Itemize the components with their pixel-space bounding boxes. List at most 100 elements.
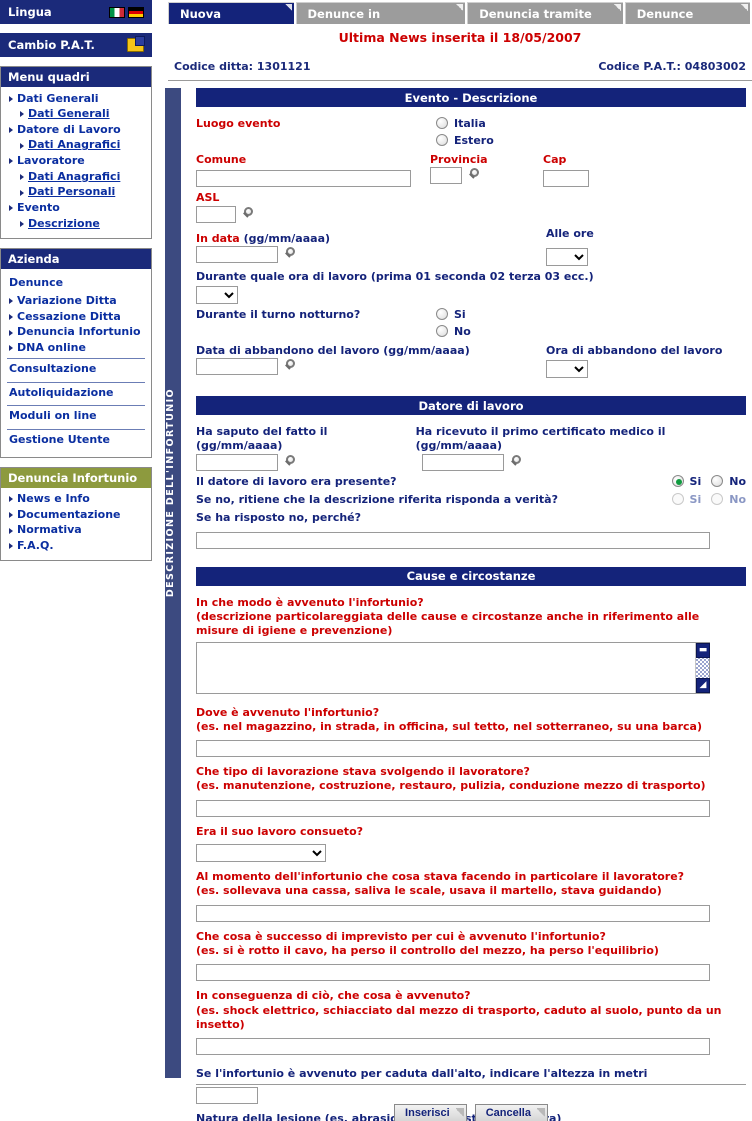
q7-field-wrap [196,1035,746,1056]
comune-field-wrap [196,167,430,188]
sidebar-item-normativa[interactable]: Normativa [7,523,145,539]
sidebar-item-cessazione-ditta[interactable]: Cessazione Ditta [7,309,145,325]
bullet-arrow-icon [9,496,13,503]
codice-pat: Codice P.A.T.: 04803002 [598,60,746,73]
app-root: Lingua Cambio P.A.T. Menu quadri Dati Ge… [0,0,752,1121]
asl-search-icon[interactable] [241,206,256,222]
sidebar-item-faq[interactable]: F.A.Q. [7,538,145,554]
tab-nuova-denuncia[interactable]: Nuova Denuncia [168,2,294,43]
provincia-input[interactable] [430,167,462,185]
sidebar-item-gestione-utente[interactable]: Gestione Utente [7,430,145,451]
radio-turno-no[interactable] [436,324,448,337]
cancella-button[interactable]: Cancella [474,1104,548,1121]
bullet-arrow-icon [20,220,24,227]
sidebar-item-documentazione[interactable]: Documentazione [7,507,145,523]
radio-estero-row[interactable]: Estero [436,134,494,147]
radio-era-presente-no[interactable] [711,474,724,487]
tab-denunce-inviate[interactable]: Denunce inviate [624,2,750,43]
q4-select[interactable] [196,844,326,863]
scroll-down-button[interactable]: ◢ [696,677,710,693]
ha-ricevuto-calendar-icon[interactable] [509,454,524,470]
radio-turno-no-row[interactable]: No [436,324,471,338]
radio-verita-si[interactable] [671,493,684,506]
sidebar-item-moduli-on-line[interactable]: Moduli on line [7,406,145,427]
alle-ore-field-wrap [546,246,588,266]
radio-italia[interactable] [436,117,448,129]
sidebar-item-dati-generali[interactable]: Dati Generali [7,107,145,123]
q2-line1: Dove è avvenuto l'infortunio? [196,705,380,719]
q3-input[interactable] [196,799,710,817]
radio-era-presente-no-label: No [729,474,746,488]
q2-input[interactable] [196,740,710,758]
sidebar-item-dna-online[interactable]: DNA online [7,340,145,356]
header-divider [168,80,752,81]
ha-ricevuto-input[interactable] [422,453,504,471]
sidebar-item-consultazione[interactable]: Consultazione [7,359,145,380]
data-abbandono-input[interactable] [196,358,278,376]
main-form: Evento - Descrizione Luogo evento Italia… [196,88,746,1121]
azienda-panel: Azienda Denunce Variazione Ditta Cessazi… [0,247,152,458]
menu-quadri-panel: Menu quadri Dati Generali Dati Generali … [0,66,152,239]
sidebar-item-descrizione[interactable]: Descrizione [7,216,145,232]
q6-input[interactable] [196,964,710,982]
ora-abbandono-select[interactable] [546,360,588,379]
alle-ore-select[interactable] [546,247,588,266]
ha-saputo-calendar-icon[interactable] [283,454,298,470]
language-flags [109,6,144,18]
scroll-up-button[interactable]: ▬ [696,642,710,658]
perche-field-wrap [196,529,746,549]
nav-label: Evento [17,200,60,214]
flag-germany-icon[interactable] [128,6,144,18]
radio-estero[interactable] [436,134,448,146]
data-abbandono-calendar-icon[interactable] [283,359,298,374]
in-data-input[interactable] [196,245,278,263]
perche-input[interactable] [196,531,710,549]
cambio-pat-label: Cambio P.A.T. [8,38,95,52]
ha-saputo-input[interactable] [196,453,278,471]
tab-denunce-in-lavorazione[interactable]: Denunce in lavorazione [295,2,466,43]
q1-textarea[interactable] [196,641,710,694]
verita-radios: Si No [671,493,746,507]
comune-input[interactable] [196,170,411,188]
asl-label: ASL [196,191,220,205]
menu-quadri-title: Menu quadri [1,67,151,87]
nav-label: News e Info [17,492,90,506]
cap-input[interactable] [543,170,589,188]
sidebar-item-lavoratore-anagrafici[interactable]: Dati Anagrafici [7,169,145,185]
radio-italia-row[interactable]: Italia [436,117,494,130]
abbandono-inputs [196,358,746,379]
cambio-pat-bar[interactable]: Cambio P.A.T. [0,33,152,57]
durante-ora-select[interactable] [196,285,238,304]
flag-italy-icon[interactable] [109,6,125,18]
radio-turno-si-label: Si [454,307,466,321]
radio-verita-no[interactable] [711,493,724,506]
sidebar-item-news-e-info[interactable]: News e Info [7,492,145,508]
comune-prov-cap-inputs [196,167,746,188]
nav-label: Normativa [17,523,82,537]
nav-label: Dati Generali [28,107,110,121]
sidebar-item-datore-anagrafici[interactable]: Dati Anagrafici [7,138,145,154]
turno-notturno-label: Durante il turno notturno? [196,307,361,321]
inserisci-button[interactable]: Inserisci [394,1104,467,1121]
q7-input[interactable] [196,1038,710,1056]
q5-line1: Al momento dell'infortunio che cosa stav… [196,870,685,884]
sidebar-item-variazione-ditta[interactable]: Variazione Ditta [7,293,145,309]
textarea-scrollbar[interactable]: ▬ ◢ [695,642,710,693]
q8-input[interactable] [196,1087,258,1105]
provincia-search-icon[interactable] [467,168,482,183]
sidebar-item-autoliquidazione[interactable]: Autoliquidazione [7,383,145,404]
comune-label: Comune [196,153,247,166]
change-pat-icon[interactable] [127,36,145,52]
radio-verita-si-label: Si [689,493,702,507]
sidebar-item-dati-personali[interactable]: Dati Personali [7,185,145,201]
in-data-calendar-icon[interactable] [283,246,298,262]
tab-denuncia-tramite-file[interactable]: Denuncia tramite file [467,2,623,43]
asl-input[interactable] [196,205,236,223]
radio-turno-si-row[interactable]: Si [436,307,471,321]
q5-input[interactable] [196,904,710,922]
in-data-label-red: In data [196,231,240,245]
radio-turno-si[interactable] [436,307,448,320]
sidebar-item-denuncia-infortunio[interactable]: Denuncia Infortunio [7,325,145,341]
radio-era-presente-si[interactable] [671,474,684,487]
bullet-arrow-icon [20,142,24,149]
